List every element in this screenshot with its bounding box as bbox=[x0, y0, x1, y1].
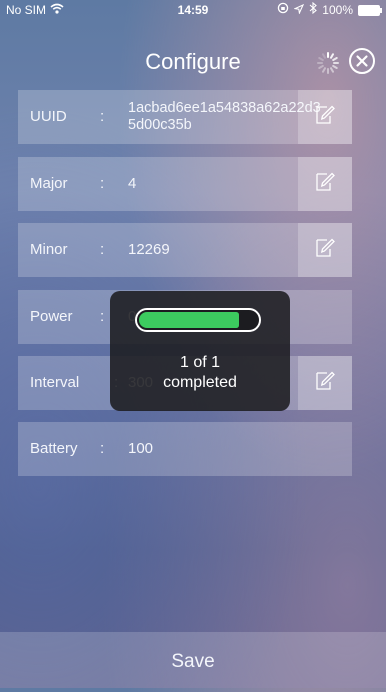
battery-percent: 100% bbox=[322, 3, 353, 17]
field-row-battery: Battery : 100 bbox=[18, 422, 352, 476]
lock-rotation-icon bbox=[277, 0, 289, 20]
field-row-minor: Minor : 12269 bbox=[18, 223, 352, 277]
field-label: Interval bbox=[30, 374, 80, 391]
save-label: Save bbox=[171, 651, 215, 672]
spinner-icon bbox=[316, 51, 340, 75]
bluetooth-icon bbox=[309, 0, 318, 20]
progress-fill bbox=[139, 312, 239, 328]
nav-bar: Configure bbox=[0, 40, 386, 84]
status-right: 100% bbox=[277, 0, 382, 20]
field-label: UUID bbox=[30, 108, 67, 125]
edit-icon bbox=[314, 237, 336, 264]
edit-major-button[interactable] bbox=[298, 157, 352, 211]
progress-status: 1 of 1 completed bbox=[110, 353, 290, 393]
progress-hud: 1 of 1 completed bbox=[110, 291, 290, 411]
progress-bar bbox=[135, 308, 261, 332]
edit-minor-button[interactable] bbox=[298, 223, 352, 277]
save-button[interactable]: Save bbox=[0, 632, 386, 688]
edit-icon bbox=[314, 370, 336, 397]
edit-icon bbox=[314, 171, 336, 198]
edit-interval-button[interactable] bbox=[298, 356, 352, 410]
status-bar: No SIM 14:59 100% bbox=[0, 0, 386, 20]
field-colon: : bbox=[100, 241, 105, 258]
field-value: 1acbad6ee1a54838a62a22d35d00c35b bbox=[128, 100, 321, 133]
field-label: Battery bbox=[30, 440, 78, 457]
progress-count: 1 of 1 bbox=[179, 354, 221, 371]
edit-uuid-button[interactable] bbox=[298, 90, 352, 144]
progress-completed-label: completed bbox=[163, 374, 237, 391]
field-row-major: Major : 4 bbox=[18, 157, 352, 211]
field-row-uuid: UUID : 1acbad6ee1a54838a62a22d35d00c35b bbox=[18, 90, 352, 144]
location-icon bbox=[293, 0, 305, 20]
edit-icon bbox=[314, 104, 336, 131]
close-button[interactable] bbox=[349, 48, 375, 74]
field-colon: : bbox=[100, 175, 105, 192]
field-label: Power bbox=[30, 308, 73, 325]
field-label: Minor bbox=[30, 241, 68, 258]
field-colon: : bbox=[100, 308, 105, 325]
battery-icon bbox=[358, 4, 382, 16]
field-label: Major bbox=[30, 175, 68, 192]
field-value: 100 bbox=[128, 440, 154, 457]
field-colon: : bbox=[100, 108, 105, 125]
field-colon: : bbox=[100, 440, 105, 457]
